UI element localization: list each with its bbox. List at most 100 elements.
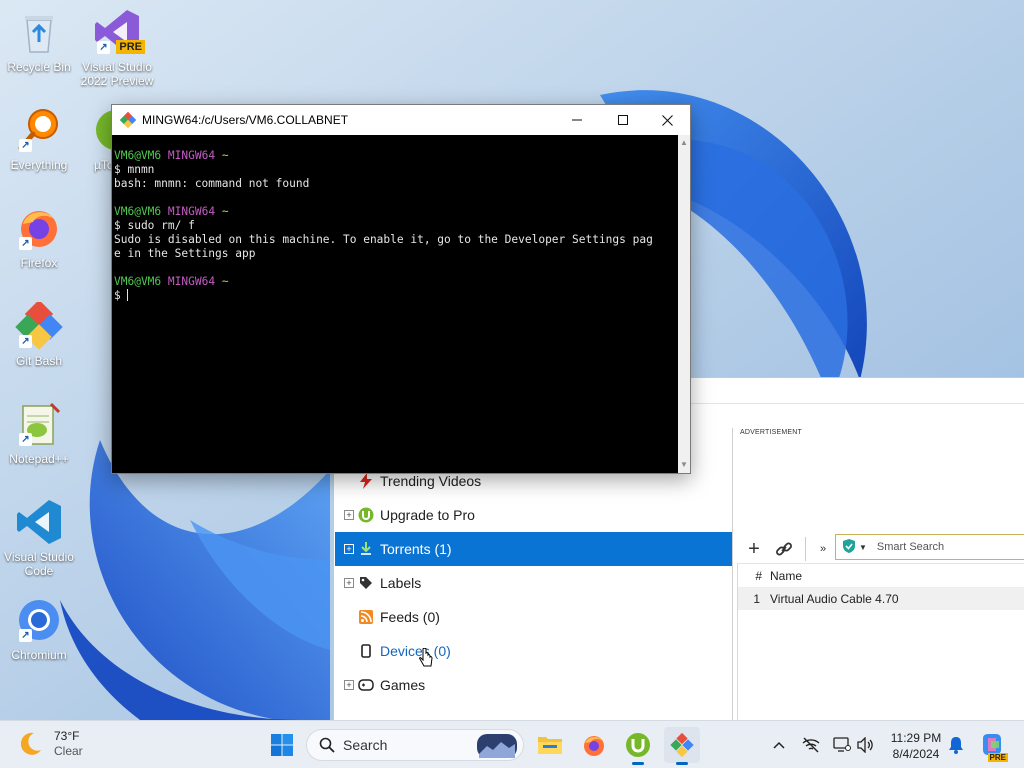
copilot-button[interactable]: PRE <box>978 731 1008 762</box>
shortcut-arrow-icon: ↗ <box>19 237 32 250</box>
git-bash-icon <box>120 112 136 128</box>
prompt-user: VM6@VM6 <box>114 149 162 162</box>
start-button[interactable] <box>264 727 300 763</box>
smart-search-placeholder: Smart Search <box>876 541 945 553</box>
overflow-chevron-icon[interactable]: » <box>812 538 834 560</box>
search-label: Search <box>343 737 388 753</box>
lightning-icon <box>358 473 374 489</box>
prompt-path: ~ <box>221 149 229 162</box>
desktop-icon-label: Git Bash <box>15 354 63 368</box>
running-indicator <box>676 762 688 765</box>
gamepad-icon <box>358 677 374 693</box>
command-output: Sudo is disabled on this machine. To ena… <box>114 233 653 246</box>
network-offline-icon[interactable] <box>801 735 821 755</box>
weather-widget[interactable]: 73°F Clear <box>16 729 83 759</box>
prompt-env: MINGW64 <box>167 205 216 218</box>
sidebar-item-label: Upgrade to Pro <box>380 507 475 523</box>
sidebar-item-torrents[interactable]: + Torrents (1) <box>335 532 732 566</box>
search-engine-dropdown-icon[interactable]: ▼ <box>859 543 867 552</box>
sidebar-item-feeds[interactable]: Feeds (0) <box>335 600 732 634</box>
table-row[interactable]: 1 Virtual Audio Cable 4.70 <box>738 588 1024 610</box>
terminal-window[interactable]: MINGW64:/c/Users/VM6.COLLABNET VM6@VM6 M… <box>111 104 691 474</box>
desktop-icon-label: Notepad++ <box>9 452 69 466</box>
sidebar-item-label: Labels <box>380 575 422 591</box>
add-torrent-icon[interactable]: + <box>743 538 765 560</box>
desktop-icon-label: Recycle Bin <box>7 60 71 74</box>
utorrent-logo-icon <box>358 507 374 523</box>
sidebar-item-label: Devices (0) <box>380 643 451 659</box>
shield-icon <box>842 538 856 557</box>
sidebar-item-games[interactable]: + Games <box>335 668 732 702</box>
terminal-title-bar[interactable]: MINGW64:/c/Users/VM6.COLLABNET <box>112 105 690 135</box>
desktop-icon-recycle-bin[interactable]: Recycle Bin <box>0 8 78 74</box>
advertisement-panel: ADVERTISEMENT <box>735 426 1024 531</box>
desktop-icon-everything[interactable]: ↗ Everything <box>0 106 78 172</box>
command-line: $ mnmn <box>114 163 155 176</box>
column-header-number[interactable]: # <box>738 569 770 583</box>
volume-icon[interactable] <box>856 735 876 755</box>
torrent-list: # Name 1 Virtual Audio Cable 4.70 <box>737 563 1024 721</box>
link-icon[interactable] <box>773 538 795 560</box>
desktop-icon-git-bash[interactable]: ↗ Git Bash <box>0 302 78 368</box>
clock-time: 11:29 PM <box>890 731 942 745</box>
file-explorer-button[interactable] <box>532 727 568 763</box>
prompt-user: VM6@VM6 <box>114 275 162 288</box>
prompt-env: MINGW64 <box>167 149 216 162</box>
desktop-icon-label: Visual Studio Code <box>4 550 74 578</box>
desktop-icon-label: Firefox <box>20 256 58 270</box>
utorrent-taskbar-button[interactable] <box>620 727 656 765</box>
row-number: 1 <box>753 592 760 606</box>
sidebar-item-label: Feeds (0) <box>380 609 440 625</box>
advertisement-label: ADVERTISEMENT <box>740 429 802 436</box>
desktop-icon-chromium[interactable]: ↗ Chromium <box>0 596 78 662</box>
search-highlight-icon <box>477 734 517 758</box>
desktop-icon-firefox[interactable]: ↗ Firefox <box>0 204 78 270</box>
column-header-name[interactable]: Name <box>770 569 802 583</box>
preview-badge: PRE <box>116 40 145 54</box>
taskbar-search[interactable]: Search <box>306 729 524 761</box>
git-bash-icon <box>670 733 694 757</box>
prompt-env: MINGW64 <box>167 275 216 288</box>
shortcut-arrow-icon: ↗ <box>19 335 32 348</box>
close-button[interactable] <box>644 105 690 135</box>
toolbar-divider <box>805 537 806 561</box>
display-icon[interactable] <box>832 735 852 755</box>
utorrent-icon <box>626 733 650 757</box>
desktop-icon-vscode[interactable]: Visual Studio Code <box>0 498 78 578</box>
sidebar-item-labels[interactable]: + Labels <box>335 566 732 600</box>
scroll-down-arrow-icon[interactable]: ▼ <box>680 461 688 469</box>
expand-toggle[interactable]: + <box>344 578 354 588</box>
prompt-path: ~ <box>221 205 229 218</box>
terminal-output[interactable]: VM6@VM6 MINGW64 ~ $ mnmn bash: mnmn: com… <box>112 135 678 473</box>
desktop-icon-notepadpp[interactable]: ↗ Notepad++ <box>0 400 78 466</box>
device-icon <box>358 643 374 659</box>
smart-search-box[interactable]: ▼ Smart Search <box>835 534 1024 560</box>
desktop-icon-visual-studio-preview[interactable]: PRE ↗ Visual Studio 2022 Preview <box>78 8 156 88</box>
terminal-scrollbar[interactable]: ▲ ▼ <box>678 135 690 473</box>
taskbar-clock[interactable]: 11:29 PM 8/4/2024 <box>880 730 952 762</box>
chevron-up-icon <box>773 741 785 749</box>
moon-icon <box>20 732 41 755</box>
expand-toggle[interactable]: + <box>344 544 354 554</box>
maximize-button[interactable] <box>600 105 646 135</box>
prompt-path: ~ <box>221 275 229 288</box>
notification-bell-icon[interactable] <box>946 735 966 755</box>
expand-toggle[interactable]: + <box>344 510 354 520</box>
git-bash-taskbar-button[interactable] <box>664 727 700 765</box>
weather-temperature: 73°F <box>54 729 80 743</box>
minimize-button[interactable] <box>554 105 600 135</box>
folder-icon <box>538 737 562 754</box>
sidebar-item-upgrade-to-pro[interactable]: + Upgrade to Pro <box>335 498 732 532</box>
desktop-icon-label: Chromium <box>11 648 67 662</box>
show-hidden-icons-button[interactable] <box>769 735 789 755</box>
scroll-up-arrow-icon[interactable]: ▲ <box>680 139 688 147</box>
sidebar-item-devices[interactable]: Devices (0) <box>335 634 732 668</box>
command-line: $ sudo rm/ f <box>114 219 195 232</box>
desktop-icon-label: Everything <box>10 158 68 172</box>
sidebar-item-label: Games <box>380 677 426 693</box>
firefox-taskbar-button[interactable] <box>576 727 612 763</box>
expand-toggle[interactable]: + <box>344 680 354 690</box>
shortcut-arrow-icon: ↗ <box>19 629 32 642</box>
weather-condition: Clear <box>54 744 83 758</box>
shortcut-arrow-icon: ↗ <box>19 139 32 152</box>
